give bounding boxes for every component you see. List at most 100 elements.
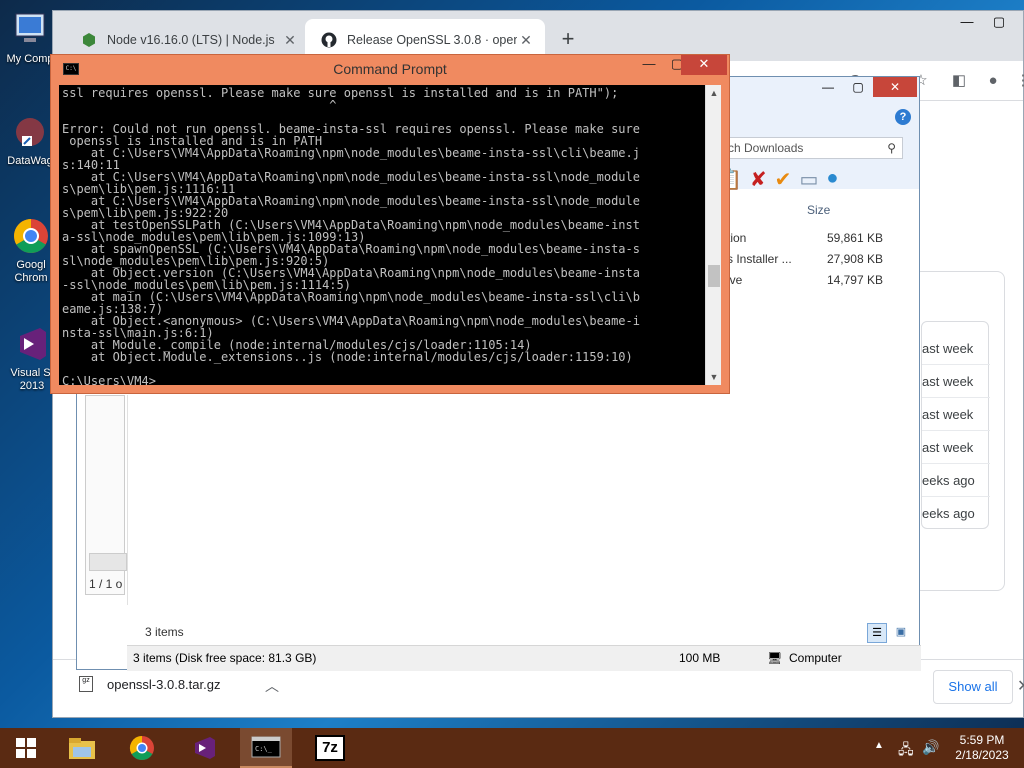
delete-icon[interactable]: ✘ — [750, 167, 767, 197]
desktop-icon-label: Visual St 2013 — [10, 367, 54, 392]
file-size: 59,861 KB — [826, 231, 883, 245]
chevron-up-icon[interactable]: ︿ — [265, 676, 279, 696]
asset-date: eeks ago — [922, 506, 975, 521]
datawag-icon — [10, 112, 50, 152]
file-row[interactable]: ive 14,797 KB — [727, 273, 907, 293]
menu-icon[interactable]: ⋮ — [1013, 71, 1024, 91]
nodejs-icon — [81, 32, 97, 48]
view-toggle: ☰ ▣ — [867, 623, 911, 643]
console-line: ^ — [62, 98, 337, 112]
taskbar-7zip[interactable]: 7z — [304, 728, 356, 768]
help-icon[interactable]: ? — [895, 109, 911, 125]
minimize-button[interactable]: — — [811, 77, 845, 97]
minimize-button[interactable]: — — [635, 55, 663, 75]
desktop-icon-chrome[interactable]: Googl Chrom — [8, 216, 54, 285]
clock-time: 5:59 PM — [959, 733, 1005, 747]
start-button[interactable] — [0, 728, 52, 768]
vertical-scrollbar[interactable]: ▲ ▼ — [705, 85, 721, 385]
github-icon — [321, 32, 337, 48]
large-icons-view-icon[interactable]: ▣ — [891, 623, 911, 643]
title-bar[interactable]: C:\ Command Prompt — ▢ ✕ — [51, 55, 729, 85]
asset-date: ast week — [922, 398, 990, 431]
column-header-size[interactable]: Size — [807, 203, 830, 217]
windows-icon — [16, 738, 36, 758]
console-output[interactable]: ssl requires openssl. Please make sure o… — [59, 85, 705, 385]
taskbar-file-explorer[interactable] — [56, 728, 108, 768]
computer-icon: 🖥 — [767, 651, 783, 665]
desktop-icon-label: Googl Chrom — [14, 259, 48, 284]
command-prompt-window: C:\ Command Prompt — ▢ ✕ ssl requires op… — [50, 54, 730, 394]
folder-icon — [69, 738, 95, 759]
close-icon[interactable]: ✕ — [1017, 676, 1024, 696]
window-title: Command Prompt — [333, 61, 447, 77]
network-icon[interactable]: 🖧 — [898, 739, 914, 768]
close-button[interactable]: ✕ — [681, 55, 727, 75]
chrome-icon — [129, 736, 154, 761]
checkmark-icon[interactable]: ✔ — [775, 167, 792, 197]
file-size: 14,797 KB — [826, 273, 883, 287]
file-row[interactable]: tion 59,861 KB — [727, 231, 907, 251]
console-line: C:\Users\VM4> — [62, 375, 705, 385]
horizontal-scrollbar[interactable] — [89, 553, 127, 571]
taskbar-command-prompt[interactable]: C:\_ — [240, 728, 292, 768]
pager-text: 1 / 1 o — [89, 577, 123, 591]
search-icon: ⚲ — [887, 141, 896, 155]
show-hidden-icons-icon[interactable]: ▲ — [874, 740, 884, 768]
taskbar-chrome[interactable] — [116, 728, 168, 768]
desktop-icon-label: My Comp — [6, 53, 54, 65]
status-bar: 3 items (Disk free space: 81.3 GB) 100 M… — [127, 645, 921, 671]
archive-file-icon: gz — [79, 676, 93, 692]
close-button[interactable]: ✕ — [873, 77, 917, 97]
download-item[interactable]: gz openssl-3.0.8.tar.gz — [79, 676, 220, 692]
tab-title: Node v16.16.0 (LTS) | Node.js — [107, 33, 275, 47]
cmd-icon: C:\_ — [251, 736, 281, 758]
scroll-down-icon[interactable]: ▼ — [706, 369, 722, 385]
scroll-up-icon[interactable]: ▲ — [706, 85, 722, 101]
pane-divider[interactable] — [127, 395, 128, 605]
asset-date: ast week — [922, 365, 990, 398]
taskbar-visual-studio[interactable] — [178, 728, 230, 768]
scroll-thumb[interactable] — [708, 265, 720, 287]
details-view-icon[interactable]: ☰ — [867, 623, 887, 643]
assets-list: ast week ast week ast week ast week eeks… — [921, 321, 990, 529]
tab-close-icon[interactable]: ✕ — [517, 32, 535, 49]
file-row[interactable]: s Installer ... 27,908 KB — [727, 252, 907, 272]
show-all-button[interactable]: Show all — [933, 670, 1013, 704]
minimize-button[interactable]: — — [951, 11, 983, 33]
status-size: 100 MB — [679, 651, 721, 665]
console-line: at C:\Users\VM4\AppData\Roaming\npm\node… — [62, 146, 640, 160]
chrome-icon — [11, 216, 51, 256]
asset-date: ast week — [922, 332, 990, 365]
file-name: s Installer ... — [727, 252, 792, 266]
tab-title: Release OpenSSL 3.0.8 · openssl/ — [347, 33, 517, 47]
profile-icon[interactable]: ● — [983, 71, 1003, 91]
taskbar: C:\_ 7z ▲ 🖧 🔊 5:59 PM 2/18/2023 — [0, 728, 1024, 768]
download-filename: openssl-3.0.8.tar.gz — [107, 676, 221, 692]
maximize-button[interactable]: ▢ — [841, 77, 875, 97]
svg-text:C:\_: C:\_ — [255, 745, 273, 753]
status-location: Computer — [789, 651, 842, 665]
visual-studio-icon — [195, 737, 215, 759]
computer-icon — [10, 10, 50, 50]
side-panel-icon[interactable]: ◧ — [949, 71, 969, 91]
file-size: 27,908 KB — [826, 252, 883, 266]
rename-icon[interactable]: ▭ — [799, 167, 818, 197]
volume-icon[interactable]: 🔊 — [922, 739, 939, 768]
new-tab-button[interactable]: + — [553, 25, 583, 55]
status-items: 3 items (Disk free space: 81.3 GB) — [133, 651, 317, 665]
asset-date: ast week — [922, 431, 990, 464]
tab-close-icon[interactable]: ✕ — [281, 32, 299, 49]
explorer-toolbar: 📋 ✘ ✔ ▭ ● — [717, 167, 838, 197]
globe-icon[interactable]: ● — [826, 167, 838, 197]
7zip-icon: 7z — [315, 735, 345, 761]
search-input[interactable]: rch Downloads ⚲ — [717, 137, 903, 159]
maximize-button[interactable]: ▢ — [983, 11, 1015, 33]
visual-studio-icon — [12, 324, 52, 364]
console-line: at Object.Module._extensions..js (node:i… — [62, 350, 633, 364]
item-count: 3 items — [145, 625, 184, 639]
desktop-icon-label: DataWag — [7, 155, 53, 167]
clock[interactable]: 5:59 PM 2/18/2023 — [950, 733, 1014, 763]
clock-date: 2/18/2023 — [955, 748, 1009, 762]
asset-date: eeks ago — [922, 464, 990, 497]
